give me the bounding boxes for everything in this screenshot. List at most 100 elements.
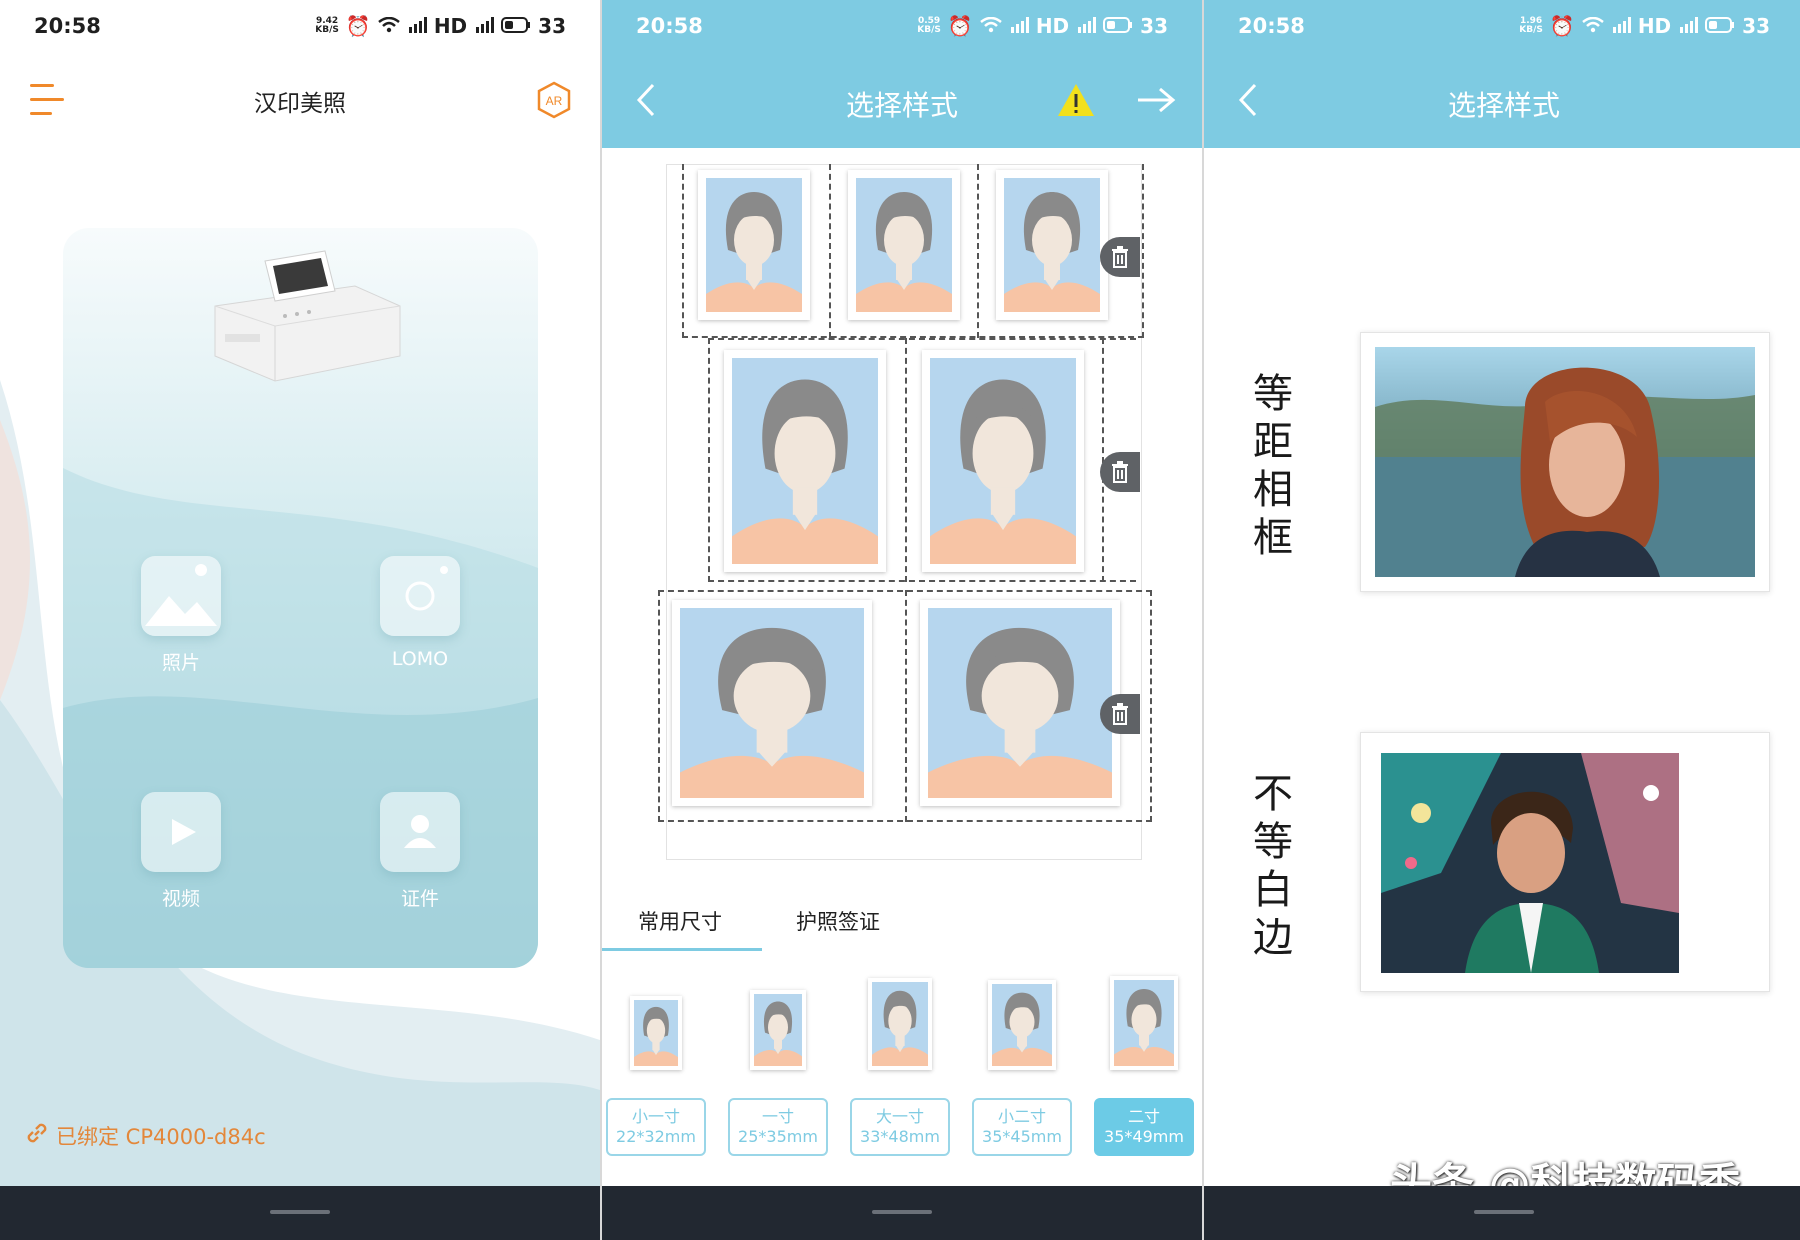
network-speed: 0.59 KB/S	[917, 17, 941, 35]
size-name: 小二寸	[997, 1107, 1046, 1126]
ar-label: AR	[546, 94, 563, 108]
cut-guide-line	[829, 164, 831, 338]
battery-level: 33	[538, 14, 566, 38]
size-button[interactable]: 一寸 25*35mm	[728, 1098, 828, 1156]
wifi-icon	[378, 14, 400, 38]
signal-icon	[407, 14, 427, 38]
photo-label: 照片	[161, 652, 200, 674]
hd-label: HD	[1637, 14, 1672, 38]
trash-icon	[1112, 246, 1128, 268]
home-top-bar: 汉印美照 AR	[0, 52, 600, 148]
alarm-icon: ⏰	[947, 14, 973, 38]
network-speed: 1.96 KB/S	[1519, 17, 1543, 35]
signal-icon	[1611, 14, 1631, 38]
size-thumbnail	[868, 978, 932, 1070]
id-photo-button[interactable]: 证件	[355, 792, 485, 911]
signal-icon-2	[1076, 14, 1097, 38]
id-person-icon	[380, 792, 460, 872]
cut-guide-line	[708, 338, 710, 582]
tab-common-sizes[interactable]: 常用尺寸	[638, 906, 722, 936]
lomo-button[interactable]: LOMO	[355, 556, 485, 670]
status-bar: 20:58 0.59 KB/S ⏰ HD 33	[602, 0, 1202, 52]
id-photo[interactable]	[724, 350, 886, 572]
id-photo[interactable]	[848, 170, 960, 320]
size-dims: 35*45mm	[982, 1127, 1062, 1146]
id-photo[interactable]	[996, 170, 1108, 320]
hd-label: HD	[433, 14, 468, 38]
camera-icon	[380, 556, 460, 636]
active-tab-indicator	[602, 948, 762, 951]
video-icon	[141, 792, 221, 872]
wifi-icon	[980, 14, 1002, 38]
size-dims: 33*48mm	[860, 1127, 940, 1146]
delete-row-button[interactable]	[1100, 452, 1140, 492]
cut-guide-line	[977, 164, 979, 338]
size-thumbnail	[1110, 976, 1178, 1070]
alarm-icon: ⏰	[345, 14, 371, 38]
trash-icon	[1112, 703, 1128, 725]
hd-label: HD	[1035, 14, 1070, 38]
size-thumbnail	[630, 996, 682, 1070]
size-options: 小一寸 22*32mm 一寸 25*35mm 大一寸 33*48mm 小二寸 35*45…	[602, 970, 1202, 1170]
bound-device-link[interactable]: 已绑定 CP4000-d84c	[24, 1120, 266, 1151]
size-name: 一寸	[761, 1107, 794, 1126]
ar-icon[interactable]: AR	[534, 80, 574, 120]
size-thumbnail	[988, 980, 1056, 1070]
system-nav-bar	[0, 1186, 600, 1240]
photo-button[interactable]: 照片	[116, 556, 246, 675]
home-indicator[interactable]	[1474, 1210, 1534, 1214]
id-photo[interactable]	[672, 600, 872, 806]
cut-guide-line	[905, 590, 907, 822]
video-button[interactable]: 视频	[116, 792, 246, 911]
size-thumbnail	[750, 990, 806, 1070]
video-label: 视频	[161, 888, 200, 910]
id-photo[interactable]	[920, 600, 1120, 806]
page-title: 选择样式	[1447, 89, 1560, 122]
option-label-equal-frame: 等距相框	[1253, 371, 1293, 561]
signal-icon	[1009, 14, 1029, 38]
network-speed-unit: KB/S	[1519, 25, 1543, 35]
battery-icon	[501, 14, 531, 38]
photo-icon	[141, 556, 221, 636]
id-photo[interactable]	[922, 350, 1084, 572]
wifi-icon	[1582, 14, 1604, 38]
status-time: 20:58	[34, 14, 101, 38]
size-name: 二寸	[1127, 1107, 1160, 1126]
status-bar: 20:58 9.42 KB/S ⏰ HD 33	[0, 0, 600, 52]
size-button[interactable]: 大一寸 33*48mm	[850, 1098, 950, 1156]
frame-style-screen: 选择样式 20:58 1.96 KB/S ⏰ HD 33 等距相框 不等白边 头…	[1204, 0, 1800, 1240]
portrait-man-image	[1381, 753, 1679, 973]
status-time: 20:58	[1238, 14, 1305, 38]
warning-icon[interactable]	[1056, 82, 1096, 118]
equal-frame-option[interactable]	[1360, 332, 1770, 592]
size-dims: 22*32mm	[616, 1127, 696, 1146]
home-indicator[interactable]	[270, 1210, 330, 1214]
app-title: 汉印美照	[254, 91, 346, 117]
size-name: 小一寸	[631, 1107, 680, 1126]
trash-icon	[1112, 461, 1128, 483]
battery-level: 33	[1742, 14, 1770, 38]
portrait-woman-image	[1375, 347, 1755, 577]
size-dims: 35*49mm	[1104, 1127, 1184, 1146]
home-indicator[interactable]	[872, 1210, 932, 1214]
size-button-selected[interactable]: 二寸 35*49mm	[1094, 1098, 1194, 1156]
size-dims: 25*35mm	[738, 1127, 818, 1146]
network-speed: 9.42 KB/S	[315, 17, 339, 35]
status-bar: 20:58 1.96 KB/S ⏰ HD 33	[1204, 0, 1800, 52]
battery-icon	[1705, 14, 1735, 38]
lomo-label: LOMO	[391, 648, 449, 670]
next-arrow-icon[interactable]	[1136, 86, 1176, 114]
page-title: 选择样式	[845, 89, 958, 122]
select-style-screen: 选择样式 20:58 0.59 KB/S ⏰ HD 33 常用尺寸 护照签证 小…	[602, 0, 1202, 1240]
option-label-unequal-border: 不等白边	[1253, 771, 1293, 961]
size-button[interactable]: 小二寸 35*45mm	[972, 1098, 1072, 1156]
network-speed-unit: KB/S	[315, 25, 339, 35]
tab-passport-visa[interactable]: 护照签证	[796, 906, 880, 936]
delete-row-button[interactable]	[1100, 237, 1140, 277]
status-time: 20:58	[636, 14, 703, 38]
size-button[interactable]: 小一寸 22*32mm	[606, 1098, 706, 1156]
unequal-border-option[interactable]	[1360, 732, 1770, 992]
id-photo[interactable]	[698, 170, 810, 320]
delete-row-button[interactable]	[1100, 694, 1140, 734]
battery-level: 33	[1140, 14, 1168, 38]
